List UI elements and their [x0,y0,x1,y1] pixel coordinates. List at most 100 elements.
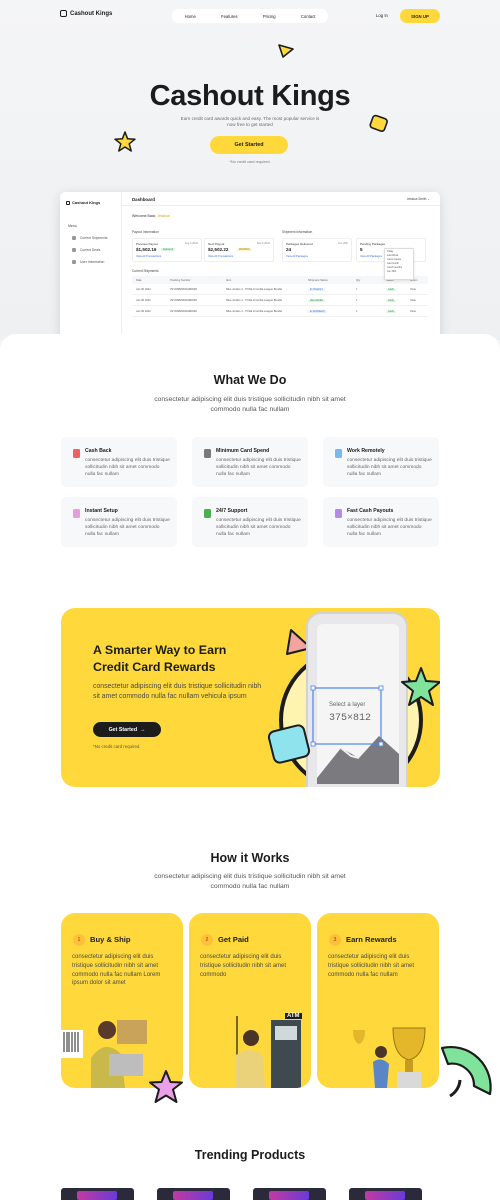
how-it-works-title: How it Works [210,851,290,865]
product-card[interactable] [157,1188,230,1200]
cell-qty: 1 [356,298,358,302]
hero-section: Cashout Kings Home Features Pricing Cont… [0,0,500,342]
banner-get-started-button[interactable]: Get Started → [93,722,161,737]
card-amount: $2,502.22 [208,247,229,252]
feature-desc: consectetur adipiscing elit duis tristiq… [347,518,432,537]
packages-delivered-card: Packages Delivered Jun 30th 24 View All … [282,238,352,262]
cell-date: Jan 30 2022 [136,309,151,313]
feature-title: 24/7 Support [216,508,248,514]
sidebar-item-label: User Information [80,260,105,264]
status-badge: SAVE [386,288,396,291]
sidebar-item-shipments[interactable]: Current Shipments [72,236,108,240]
hero-title: Cashout Kings [149,80,351,112]
menu-heading: Menu [68,224,77,228]
atm-sign: ATM [285,1013,302,1019]
top-navbar: Cashout Kings Home Features Pricing Cont… [60,9,440,23]
card-link[interactable]: View All Transactions [136,255,161,258]
arc-decoration [440,1046,492,1098]
nav-link-pricing[interactable]: Pricing [263,14,276,19]
hero-get-started-button[interactable]: Get Started [210,136,288,154]
brand-logo[interactable]: Cashout Kings [60,10,112,17]
banner-title: A Smarter Way to Earn Credit Card Reward… [93,643,227,674]
cell-item: Nike Jordan 4 - Thrilla & Gorilla League… [226,287,283,291]
table-row[interactable]: Jan 30 2022 7EYD9826DDH9D028 Nike Jordan… [132,306,428,317]
view-button[interactable]: View [406,299,428,302]
signup-button[interactable]: SIGN UP [400,9,440,23]
shipments-table: Date Tracking Number Item Shipment Statu… [132,276,428,317]
card-link[interactable]: View All Packages [360,255,382,258]
step-desc: consectetur adipiscing elit duis tristiq… [328,954,415,978]
feature-desc: consectetur adipiscing elit duis tristiq… [85,458,170,477]
dashboard-main: Dashboard Jessica Smith ⌄ Welcome Back, … [122,192,440,342]
shipment-status-badge: IN TRANSIT [308,288,325,291]
sidebar-item-deals[interactable]: Current Deals [72,248,100,252]
tag-icon [72,248,76,252]
card-amount: 24 [286,247,292,252]
banner-note: *No credit card required. [93,744,141,749]
shipment-heading: Shipment Information [282,230,313,234]
step-buy-ship: 1 Buy & Ship consectetur adipiscing elit… [61,913,183,1088]
column-header: Qty [356,278,361,282]
step-number: 3 [329,934,341,946]
dashboard-sidebar: Cashout Kings Menu Current Shipments Cur… [60,192,122,342]
crown-icon [60,10,67,17]
nav-link-contact[interactable]: Contact [301,14,315,19]
step-desc: consectetur adipiscing elit duis tristiq… [200,954,287,978]
cell-date: Jan 30 2022 [136,287,151,291]
view-button[interactable]: View [406,310,428,313]
card-label: Pending Packages [360,242,386,246]
hero-note: *No credit card required. [229,160,271,164]
date-range-dropdown[interactable]: Today Last Week Last 2 weeks Last month … [384,248,414,280]
nav-link-home[interactable]: Home [185,14,196,19]
user-icon [72,260,76,264]
sidebar-item-user-info[interactable]: User Information [72,260,104,264]
column-header: Tracking Number [170,278,191,282]
crown-icon [66,200,70,205]
feature-title: Fast Cash Payouts [347,508,394,514]
status-badge: Delivered [161,248,176,251]
view-button[interactable]: View [406,288,428,291]
button-label: Get Started [108,726,138,733]
step-get-paid: 2 Get Paid consectetur adipiscing elit d… [189,913,311,1088]
brand-name: Cashout Kings [70,10,113,17]
trending-title: Trending Products [194,1148,306,1162]
product-card[interactable] [61,1188,134,1200]
product-card[interactable] [253,1188,326,1200]
feature-work-remotely: Work Remotely consectetur adipiscing eli… [323,437,439,487]
feature-desc: consectetur adipiscing elit duis tristiq… [347,458,432,477]
cell-tracking: 7EYD9826DDH9D028 [170,298,197,302]
how-it-works-subtitle: consectetur adipiscing elit duis tristiq… [154,873,346,890]
feature-fast-cash-payouts: Fast Cash Payouts consectetur adipiscing… [323,497,439,547]
arrow-right-icon: → [140,726,146,733]
step-title: Buy & Ship [90,935,131,944]
phone-size-label: 375×812 [329,713,372,724]
table-row[interactable]: Jan 30 2022 7EYD9826DDH9D028 Nike Jordan… [132,284,428,295]
shipment-status-badge: IN SHIPMENT [308,310,327,313]
table-row[interactable]: Jan 30 2022 7EYD9826DDH9D028 Nike Jordan… [132,295,428,306]
box-icon [72,236,76,240]
feature-title: Instant Setup [85,508,118,514]
phone-caption: Select a layer [329,702,366,708]
dashboard-title: Dashboard [132,197,155,202]
card-link[interactable]: View All Packages [286,255,308,258]
support-icon [204,509,211,518]
cell-item: Nike Jordan 4 - Thrilla & Gorilla League… [226,298,283,302]
card-link[interactable]: View All Transactions [208,255,233,258]
product-card[interactable] [349,1188,422,1200]
cell-date: Jan 30 2022 [136,298,151,302]
dropdown-option[interactable]: Jun 30th [385,269,413,273]
card-amount: $1,502.16 [136,247,157,252]
dashboard-topbar: Dashboard Jessica Smith ⌄ [122,192,440,206]
feature-title: Minimum Card Spend [216,448,270,454]
user-menu[interactable]: Jessica Smith ⌄ [407,197,430,201]
login-link[interactable]: Log In [376,13,388,18]
nav-link-features[interactable]: Features [221,14,238,19]
feature-minimum-card-spend: Minimum Card Spend consectetur adipiscin… [192,437,308,487]
card-date: Aug 4 2022 [184,242,198,245]
welcome-message: Welcome Back, Jessica! [132,214,170,218]
trophy-illustration [353,1027,426,1088]
step-title: Get Paid [218,935,249,944]
status-badge: SAVE [386,299,396,302]
user-name: Jessica Smith [406,197,427,201]
star-decoration [149,1070,183,1103]
